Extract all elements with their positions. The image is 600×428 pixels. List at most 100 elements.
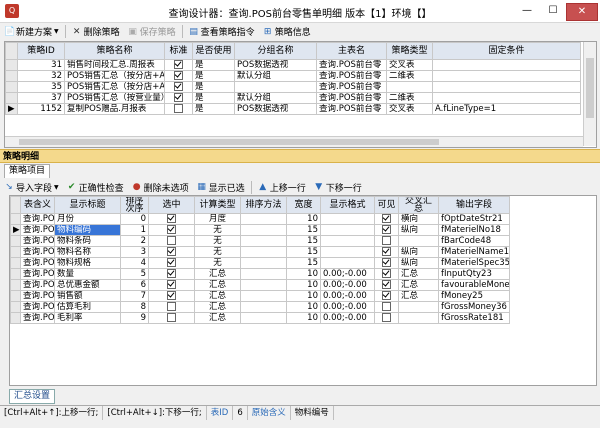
item-visible-checkbox[interactable] <box>382 258 391 267</box>
item-output-field-cell[interactable]: fMaterielName17 <box>438 246 510 258</box>
item-table-cell[interactable]: 查询.PO <box>20 312 55 324</box>
item-calc-type-cell[interactable]: 无 <box>194 235 241 247</box>
items-col-header[interactable]: 选中 <box>148 196 195 214</box>
item-cross-cell[interactable]: 纵向 <box>398 224 439 236</box>
item-width-cell[interactable]: 10 <box>286 290 321 302</box>
row-indicator[interactable]: ▶ <box>10 224 21 236</box>
delete-plan-button[interactable]: ✕ 删除策略 <box>68 24 124 39</box>
plan-in-use-cell[interactable]: 是 <box>192 81 235 93</box>
row-indicator[interactable] <box>10 235 21 247</box>
item-table-cell[interactable]: 查询.PO <box>20 224 55 236</box>
item-sort-cell[interactable] <box>240 213 287 225</box>
item-table-cell[interactable]: 查询.PO <box>20 235 55 247</box>
item-sort-cell[interactable] <box>240 224 287 236</box>
item-visible-checkbox[interactable] <box>382 214 391 223</box>
item-title-cell[interactable]: 毛利率 <box>54 312 121 324</box>
item-selected-checkbox[interactable] <box>167 236 176 245</box>
row-indicator[interactable] <box>10 257 21 269</box>
close-button[interactable]: ✕ <box>566 3 598 21</box>
plan-in-use-cell[interactable]: 是 <box>192 70 235 82</box>
save-plan-button[interactable]: ▣ 保存策略 <box>124 24 180 39</box>
row-indicator[interactable] <box>10 213 21 225</box>
item-sort-cell[interactable] <box>240 290 287 302</box>
item-table-cell[interactable]: 查询.PO <box>20 301 55 313</box>
item-row[interactable]: 查询.PO 物料条码 2 无 15 fBarCode48 <box>10 235 510 247</box>
plan-name-cell[interactable]: 复制POS赠品.月报表 <box>64 103 165 115</box>
items-col-header[interactable]: 可见 <box>374 196 399 214</box>
row-indicator[interactable] <box>10 301 21 313</box>
plan-row[interactable]: 31 销售时间段汇总.周报表 是 POS数据透视 查询.POS前台零 交叉表 <box>5 59 581 71</box>
item-order-cell[interactable]: 7 <box>120 290 149 302</box>
item-width-cell[interactable]: 10 <box>286 279 321 291</box>
plans-col-header[interactable]: 标准 <box>164 42 193 60</box>
plan-group-cell[interactable]: POS数据透视 <box>234 103 317 115</box>
item-sort-cell[interactable] <box>240 246 287 258</box>
item-selected-checkbox[interactable] <box>167 313 176 322</box>
item-cross-cell[interactable] <box>398 301 439 313</box>
item-output-field-cell[interactable]: fMaterielNo18 <box>438 224 510 236</box>
plan-in-use-cell[interactable]: 是 <box>192 92 235 104</box>
item-cross-cell[interactable] <box>398 235 439 247</box>
item-row[interactable]: 查询.PO 物料名称 3 无 15 纵向 fMaterielName17 <box>10 246 510 258</box>
items-col-header[interactable]: 计算类型 <box>194 196 241 214</box>
item-sort-cell[interactable] <box>240 268 287 280</box>
item-width-cell[interactable]: 10 <box>286 301 321 313</box>
item-row[interactable]: 查询.PO 物料规格 4 无 15 纵向 fMaterielSpec35 <box>10 257 510 269</box>
plan-type-cell[interactable]: 二维表 <box>386 70 433 82</box>
plan-type-cell[interactable]: 交叉表 <box>386 59 433 71</box>
items-col-header[interactable]: 输出字段 <box>438 196 510 214</box>
plan-row[interactable]: 32 POS销售汇总（按分店+A 是默认分组 查询.POS前台零 二维表 <box>5 70 581 82</box>
item-title-cell[interactable]: 物料名称 <box>54 246 121 258</box>
item-row[interactable]: 查询.PO 总优惠金额 6 汇总 10 0.00;-0.00 汇总 favourableMon… <box>10 279 510 291</box>
items-col-header[interactable]: 显示标题 <box>54 196 121 214</box>
item-cross-cell[interactable]: 纵向 <box>398 246 439 258</box>
item-table-cell[interactable]: 查询.PO <box>20 257 55 269</box>
plans-col-header[interactable]: 策略类型 <box>386 42 433 60</box>
item-table-cell[interactable]: 查询.PO <box>20 268 55 280</box>
item-format-cell[interactable] <box>320 246 375 258</box>
scroll-thumb[interactable] <box>19 139 439 145</box>
items-col-header[interactable]: 交叉汇总 <box>398 196 439 214</box>
item-calc-type-cell[interactable]: 汇总 <box>194 268 241 280</box>
item-calc-type-cell[interactable]: 汇总 <box>194 279 241 291</box>
item-visible-checkbox[interactable] <box>382 236 391 245</box>
item-output-field-cell[interactable]: fOptDateStr21 <box>438 213 510 225</box>
item-row[interactable]: ▶ 查询.PO 物料编码 1 无 15 纵向 fMaterielNo18 <box>10 224 510 236</box>
plan-in-use-cell[interactable]: 是 <box>192 103 235 115</box>
item-output-field-cell[interactable]: fInputQty23 <box>438 268 510 280</box>
plan-type-cell[interactable]: 交叉表 <box>386 103 433 115</box>
plan-row[interactable]: 37 POS销售汇总（按营业量） 是默认分组 查询.POS前台零 二维表 <box>5 92 581 104</box>
item-selected-checkbox[interactable] <box>167 280 176 289</box>
plan-condition-cell[interactable] <box>432 59 581 71</box>
tab-plan-items[interactable]: 策略项目 <box>4 164 51 178</box>
item-table-cell[interactable]: 查询.PO <box>20 279 55 291</box>
item-output-field-cell[interactable]: fBarCode48 <box>438 235 510 247</box>
item-format-cell[interactable] <box>320 235 375 247</box>
item-format-cell[interactable] <box>320 224 375 236</box>
plan-info-button[interactable]: ⊞ 策略信息 <box>259 24 315 39</box>
item-title-cell[interactable]: 销售额 <box>54 290 121 302</box>
plan-name-cell[interactable]: POS销售汇总（按营业量） <box>64 92 165 104</box>
item-sort-cell[interactable] <box>240 312 287 324</box>
import-fields-button[interactable]: ↘ 导入字段 ▼ <box>0 180 63 195</box>
item-order-cell[interactable]: 8 <box>120 301 149 313</box>
minimize-button[interactable]: — <box>516 3 538 19</box>
item-calc-type-cell[interactable]: 无 <box>194 257 241 269</box>
item-order-cell[interactable]: 1 <box>120 224 149 236</box>
plan-main-table-cell[interactable]: 查询.POS前台零 <box>316 70 387 82</box>
item-visible-checkbox[interactable] <box>382 313 391 322</box>
item-title-cell[interactable]: 总优惠金额 <box>54 279 121 291</box>
item-selected-checkbox[interactable] <box>167 225 176 234</box>
row-indicator[interactable] <box>10 312 21 324</box>
plan-main-table-cell[interactable]: 查询.POS前台零 <box>316 92 387 104</box>
item-order-cell[interactable]: 4 <box>120 257 149 269</box>
item-cross-cell[interactable]: 横向 <box>398 213 439 225</box>
plans-col-header[interactable]: 策略ID <box>17 42 65 60</box>
item-order-cell[interactable]: 5 <box>120 268 149 280</box>
item-selected-checkbox[interactable] <box>167 258 176 267</box>
item-sort-cell[interactable] <box>240 301 287 313</box>
plan-group-cell[interactable] <box>234 81 317 93</box>
item-row[interactable]: 查询.PO 月份 0 月度 10 横向 fOptDateStr21 <box>10 213 510 225</box>
row-indicator[interactable] <box>10 246 21 258</box>
item-calc-type-cell[interactable]: 汇总 <box>194 312 241 324</box>
